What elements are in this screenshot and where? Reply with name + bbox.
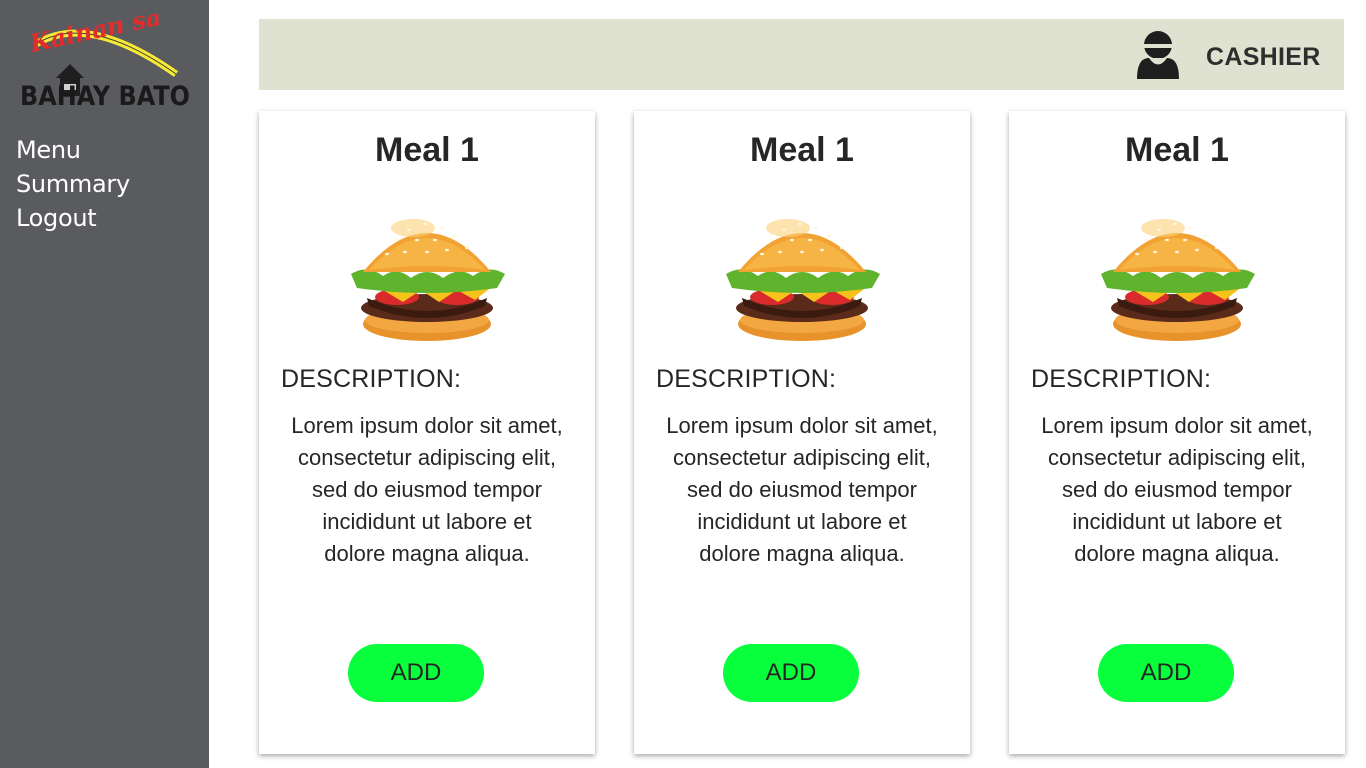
burger-image xyxy=(1097,206,1257,344)
add-button[interactable]: ADD xyxy=(723,644,859,702)
sidebar-nav: Menu Summary Logout xyxy=(16,133,130,235)
burger-image xyxy=(347,206,507,344)
logo-main-text: BAHAY BATO xyxy=(20,81,190,112)
sidebar: Kainan sa BAHAY BATO Menu Summary Logout xyxy=(0,0,209,768)
burger-image xyxy=(722,206,882,344)
add-button[interactable]: ADD xyxy=(1098,644,1234,702)
meal-title: Meal 1 xyxy=(1125,131,1229,169)
logo: Kainan sa BAHAY BATO xyxy=(18,14,194,114)
user-role-label: CASHIER xyxy=(1206,43,1321,71)
meal-description: Lorem ipsum dolor sit amet, consectetur … xyxy=(291,413,563,566)
meal-card: Meal 1 DESCRIPTION: Lorem ipsum dolor si… xyxy=(634,111,970,754)
meal-card: Meal 1 DESCRIPTION: Lorem ipsum dolor si… xyxy=(1009,111,1345,754)
meal-description: Lorem ipsum dolor sit amet, consectetur … xyxy=(1041,413,1313,566)
person-icon xyxy=(1135,31,1181,79)
meal-description: Lorem ipsum dolor sit amet, consectetur … xyxy=(666,413,938,566)
top-bar: CASHIER xyxy=(259,19,1344,90)
description-label: DESCRIPTION: xyxy=(281,365,462,393)
sidebar-item-summary[interactable]: Summary xyxy=(16,167,130,201)
description-label: DESCRIPTION: xyxy=(656,365,837,393)
meal-title: Meal 1 xyxy=(750,131,854,169)
add-button[interactable]: ADD xyxy=(348,644,484,702)
meal-card: Meal 1 DESCRIPTION: Lorem ipsum dolor si… xyxy=(259,111,595,754)
meal-title: Meal 1 xyxy=(375,131,479,169)
sidebar-item-menu[interactable]: Menu xyxy=(16,133,130,167)
description-label: DESCRIPTION: xyxy=(1031,365,1212,393)
sidebar-item-logout[interactable]: Logout xyxy=(16,201,130,235)
